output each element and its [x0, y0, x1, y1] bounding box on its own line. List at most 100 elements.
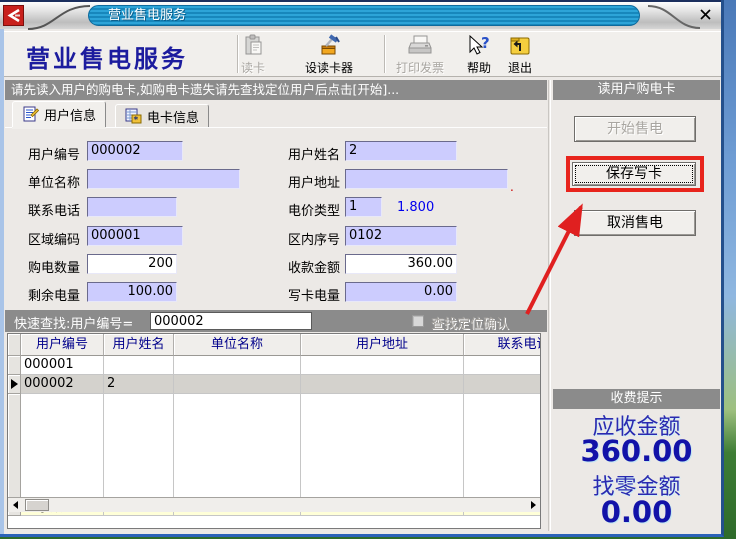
user-table: 用户编号 用户姓名 单位名称 用户地址 联系电话 000001 000002 2: [7, 333, 541, 529]
app-logo-icon: [3, 5, 24, 26]
col-address: 用户地址: [301, 334, 464, 356]
scroll-left-button[interactable]: [8, 498, 23, 512]
page-title: 营业售电服务: [26, 39, 188, 74]
tab-card-info-label: 电卡信息: [147, 107, 199, 126]
locate-confirm-checkbox: [412, 315, 424, 327]
user-name-field: 2: [345, 141, 457, 161]
tab-card-info[interactable]: * 电卡信息: [115, 104, 209, 127]
current-row-indicator-icon: [11, 379, 18, 389]
panel-divider: [548, 80, 551, 531]
price-rate-value: 1.800: [397, 200, 434, 215]
user-id-field: 000002: [87, 141, 183, 161]
scrollbar-thumb[interactable]: [25, 499, 49, 511]
cancel-sale-button[interactable]: 取消售电: [574, 210, 696, 236]
phone-field: [87, 197, 177, 217]
amount-field[interactable]: 360.00: [345, 254, 457, 274]
address-required-mark: .: [510, 180, 514, 194]
col-user-name: 用户姓名: [104, 334, 174, 356]
print-invoice-button: 打印发票: [396, 34, 444, 76]
cell-company: [174, 356, 301, 375]
company-label: 单位名称: [28, 172, 80, 191]
locate-confirm-label: 查找定位确认: [431, 313, 509, 332]
window-title: 营业售电服务: [88, 5, 640, 26]
print-invoice-label: 打印发票: [396, 59, 444, 76]
quick-search-label: 快速查找:用户编号=: [14, 313, 133, 332]
start-sale-button: 开始售电: [574, 116, 696, 142]
toolbar: 营业售电服务 读卡 设读卡器: [0, 31, 721, 77]
cell-user-name: 2: [104, 375, 174, 394]
cell-address: [301, 375, 464, 394]
quick-search-bar: 快速查找:用户编号= 查找定位确认: [5, 310, 547, 332]
area-code-label: 区域编码: [28, 229, 80, 248]
close-icon: [700, 9, 711, 20]
svg-text:*: *: [134, 115, 139, 125]
address-label: 用户地址: [288, 172, 340, 191]
close-button[interactable]: [697, 7, 713, 22]
read-card-button: 读卡: [241, 34, 265, 76]
tab-content-edge: [5, 127, 547, 128]
area-code-field: 000001: [87, 226, 183, 246]
cell-address: [301, 356, 464, 375]
setup-reader-button[interactable]: 设读卡器: [305, 34, 353, 76]
highlight-rectangle: [566, 156, 704, 192]
title-bar: 营业售电服务: [0, 0, 721, 29]
tab-user-info[interactable]: 用户信息: [12, 101, 106, 127]
window-left-border: [0, 29, 4, 534]
help-label: 帮助: [467, 59, 491, 76]
purchase-qty-label: 购电数量: [28, 257, 80, 276]
print-invoice-icon: [407, 34, 433, 58]
area-seq-label: 区内序号: [288, 229, 340, 248]
amount-label: 收款金额: [288, 257, 340, 276]
user-name-label: 用户姓名: [288, 144, 340, 163]
cell-phone: [464, 356, 541, 375]
fee-panel-header: 收费提示: [553, 389, 720, 409]
app-window: 营业售电服务 营业售电服务 读卡: [0, 0, 724, 537]
read-card-label: 读卡: [241, 59, 265, 76]
area-seq-field: 0102: [345, 226, 457, 246]
price-type-label: 电价类型: [288, 200, 340, 219]
scroll-left-icon: [13, 501, 18, 509]
company-field: [87, 169, 240, 189]
svg-text:?: ?: [481, 34, 490, 52]
read-card-icon: [242, 34, 265, 58]
remaining-field: 100.00: [87, 282, 177, 302]
exit-icon: [508, 34, 532, 58]
col-user-id: 用户编号: [21, 334, 104, 356]
cell-user-id: 000002: [21, 375, 104, 394]
setup-reader-label: 设读卡器: [305, 59, 353, 76]
remaining-label: 剩余电量: [28, 285, 80, 304]
user-id-label: 用户编号: [28, 144, 80, 163]
user-info-icon: [22, 106, 39, 123]
receivable-amount-value: 360.00: [553, 434, 720, 468]
table-row-selected[interactable]: 000002 2: [8, 375, 540, 394]
change-amount-value: 0.00: [553, 495, 720, 529]
price-type-field: 1: [345, 197, 382, 217]
scroll-right-icon[interactable]: [531, 501, 536, 509]
cell-user-name: [104, 356, 174, 375]
table-row[interactable]: 000001: [8, 356, 540, 375]
row-gutter: [8, 356, 21, 375]
header-gutter: [8, 334, 21, 356]
table-empty-area: [8, 394, 540, 498]
cell-company: [174, 375, 301, 394]
table-header-row: 用户编号 用户姓名 单位名称 用户地址 联系电话: [8, 334, 540, 356]
row-gutter: [8, 375, 21, 394]
setup-reader-icon: [317, 34, 341, 58]
card-qty-label: 写卡电量: [288, 285, 340, 304]
cell-user-id: 000001: [21, 356, 104, 375]
horizontal-scrollbar[interactable]: [8, 497, 540, 512]
phone-label: 联系电话: [28, 200, 80, 219]
help-icon: ?: [466, 34, 492, 58]
toolbar-separator: [384, 35, 386, 73]
toolbar-separator: [237, 35, 239, 73]
exit-button[interactable]: 退出: [508, 34, 532, 76]
col-company: 单位名称: [174, 334, 301, 356]
col-phone: 联系电话: [464, 334, 541, 356]
help-button[interactable]: ? 帮助: [466, 34, 492, 76]
instruction-bar: 请先读入用户的购电卡,如购电卡遗失请先查找定位用户后点击[开始]...: [5, 80, 547, 100]
search-input[interactable]: [150, 312, 312, 330]
card-info-icon: *: [125, 108, 142, 125]
cell-phone: [464, 375, 541, 394]
read-card-panel-header: 读用户购电卡: [553, 80, 720, 100]
purchase-qty-field[interactable]: 200: [87, 254, 177, 274]
